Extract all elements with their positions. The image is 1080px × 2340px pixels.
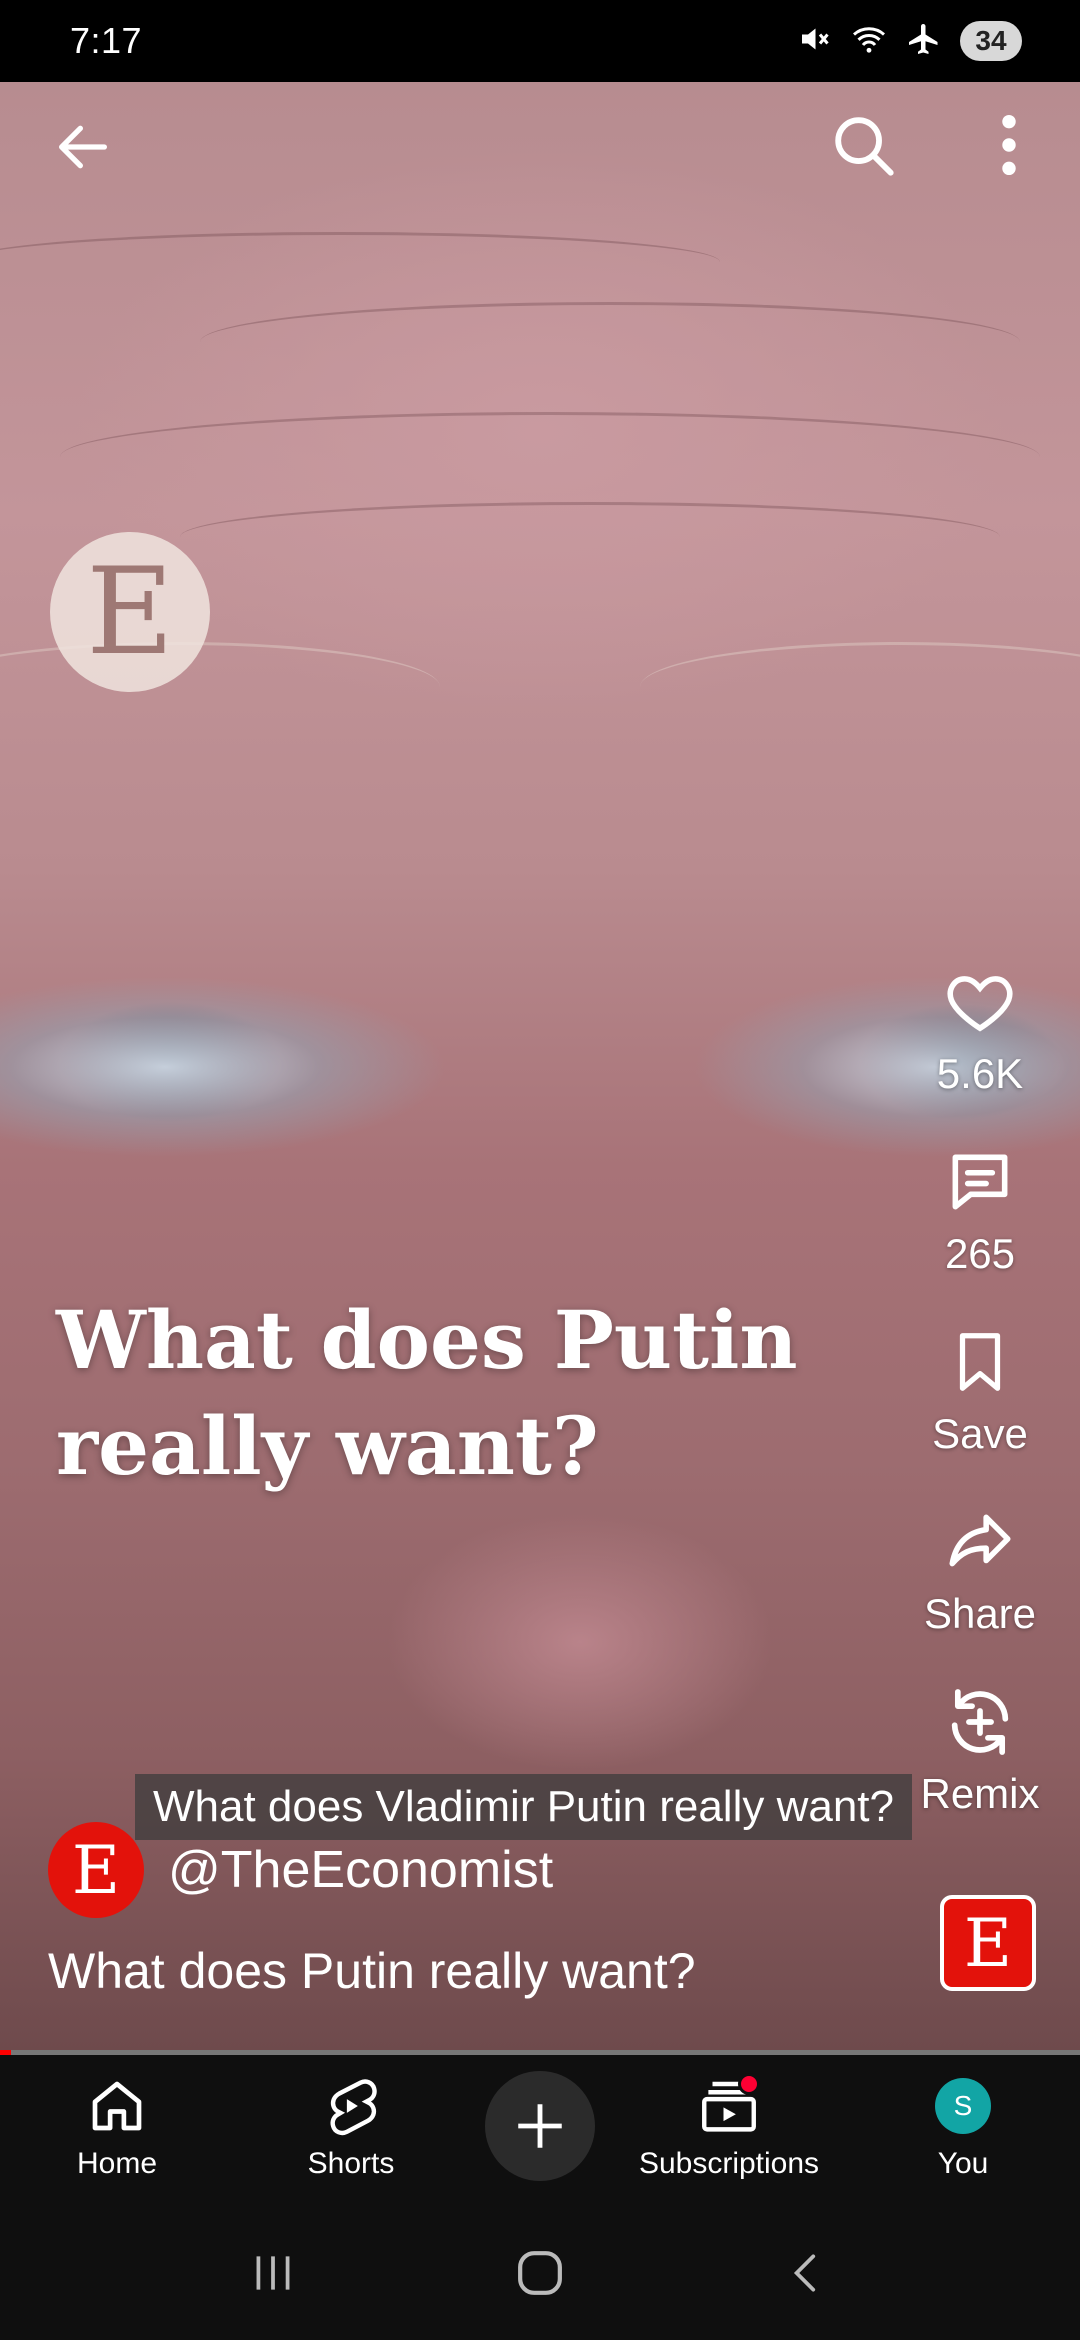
channel-handle[interactable]: @TheEconomist — [168, 1840, 553, 1900]
video-texture — [0, 232, 720, 292]
overlay-title-line: What does Putin — [56, 1293, 798, 1387]
like-count: 5.6K — [936, 1050, 1024, 1097]
notification-dot — [738, 2073, 760, 2095]
comment-icon — [938, 1140, 1022, 1224]
chevron-left-icon — [793, 2253, 815, 2292]
system-nav-bar — [0, 2205, 1080, 2340]
channel-row[interactable]: E @TheEconomist — [48, 1822, 553, 1918]
share-label: Share — [923, 1590, 1037, 1637]
recent-apps-icon — [256, 2255, 290, 2290]
back-system-button[interactable] — [757, 2233, 857, 2313]
battery-icon: 34 — [960, 21, 1022, 61]
action-rail: 5.6K 265 Save Share Remix — [880, 960, 1080, 1818]
economist-watermark-logo: E — [50, 532, 210, 692]
more-options-button[interactable] — [964, 100, 1054, 190]
nav-shorts[interactable]: Shorts — [251, 2069, 451, 2181]
video-texture — [640, 642, 1080, 732]
share-icon — [938, 1500, 1022, 1584]
video-texture — [60, 412, 1040, 502]
video-texture — [200, 302, 1020, 382]
video-overlay-title: What does Putin really want? — [56, 1287, 876, 1499]
mute-icon — [796, 21, 832, 62]
subscriptions-icon — [692, 2069, 766, 2143]
nav-you[interactable]: S You — [863, 2069, 1063, 2181]
nav-you-label: You — [937, 2147, 989, 2180]
status-icons: 34 — [796, 21, 1022, 62]
nav-subscriptions-label: Subscriptions — [638, 2147, 820, 2180]
back-arrow-icon — [59, 125, 107, 169]
comments-button[interactable]: 265 — [880, 1140, 1080, 1278]
shorts-icon — [314, 2069, 388, 2143]
nav-home[interactable]: Home — [17, 2069, 217, 2181]
wifi-icon — [850, 21, 888, 62]
create-button[interactable] — [485, 2071, 595, 2181]
overlay-title-line: really want? — [56, 1399, 599, 1493]
nav-subscriptions[interactable]: Subscriptions — [629, 2069, 829, 2181]
save-button[interactable]: Save — [880, 1320, 1080, 1458]
save-label: Save — [932, 1410, 1028, 1457]
more-vert-icon — [1002, 114, 1016, 176]
status-time: 7:17 — [70, 20, 143, 61]
home-circle-icon — [518, 2250, 562, 2295]
channel-avatar[interactable]: E — [48, 1822, 144, 1918]
video-description[interactable]: What does Putin really want? — [48, 1942, 696, 2000]
search-icon — [835, 117, 894, 176]
video-texture — [180, 502, 1000, 572]
like-button[interactable]: 5.6K — [880, 960, 1080, 1098]
remix-icon — [938, 1680, 1022, 1764]
share-button[interactable]: Share — [880, 1500, 1080, 1638]
avatar-letter: S — [935, 2078, 991, 2134]
channel-thumbnail-button[interactable]: E — [940, 1895, 1036, 1991]
home-icon — [80, 2069, 154, 2143]
search-button[interactable] — [818, 100, 908, 190]
remix-button[interactable]: Remix — [880, 1680, 1080, 1818]
bookmark-icon — [938, 1320, 1022, 1404]
shorts-player-screen: 7:17 34 E What does Putin really want? W… — [0, 0, 1080, 2340]
remix-label: Remix — [920, 1770, 1040, 1817]
airplane-icon — [906, 21, 942, 62]
back-button[interactable] — [38, 102, 128, 192]
heart-icon — [938, 960, 1022, 1044]
nav-home-label: Home — [76, 2147, 158, 2180]
account-avatar: S — [926, 2069, 1000, 2143]
nav-shorts-label: Shorts — [307, 2147, 395, 2180]
home-system-button[interactable] — [490, 2233, 590, 2313]
status-bar: 7:17 34 — [0, 0, 1080, 82]
comment-count: 265 — [944, 1230, 1016, 1277]
recent-apps-button[interactable] — [223, 2233, 323, 2313]
plus-icon — [518, 2104, 562, 2148]
bottom-nav: Home Shorts Subscriptions S You — [0, 2055, 1080, 2205]
